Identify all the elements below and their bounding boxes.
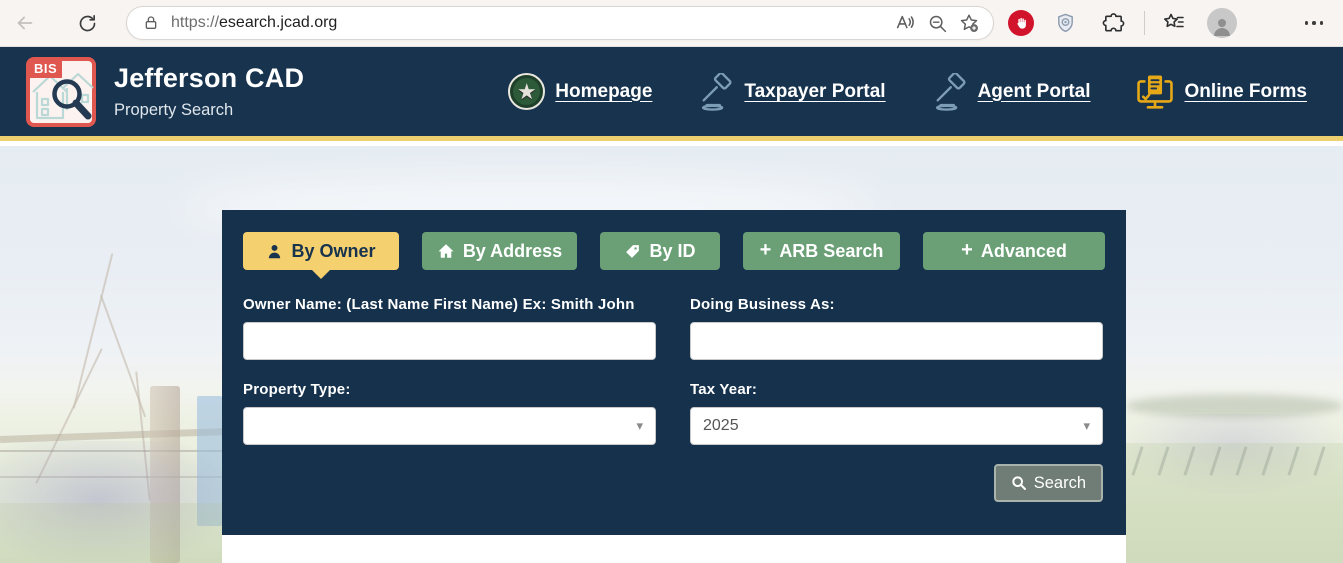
content-area-below-panel <box>222 535 1126 563</box>
back-arrow-icon <box>14 12 36 34</box>
puzzle-piece-icon <box>1102 12 1125 35</box>
toolbar-divider <box>1144 11 1145 35</box>
search-button[interactable]: Search <box>994 464 1103 502</box>
chevron-down-icon: ▾ <box>1083 418 1090 434</box>
owner-name-input[interactable] <box>243 322 656 360</box>
site-subtitle: Property Search <box>114 101 304 120</box>
tab-label: ARB Search <box>779 241 883 262</box>
owner-name-field-group: Owner Name: (Last Name First Name) Ex: S… <box>243 296 656 360</box>
tab-by-address[interactable]: By Address <box>422 232 577 270</box>
nav-taxpayer-portal[interactable]: Taxpayer Portal <box>696 73 885 111</box>
nav-agent-portal-label: Agent Portal <box>978 81 1091 103</box>
site-title: Jefferson CAD <box>114 63 304 94</box>
plus-icon: + <box>961 239 973 262</box>
tab-label: By ID <box>649 241 695 262</box>
tax-year-select[interactable]: 2025 ▾ <box>690 407 1103 445</box>
online-forms-monitor-icon <box>1135 72 1175 112</box>
property-search-panel: By Owner By Address By ID + ARB Search +… <box>222 210 1126 535</box>
dba-field-group: Doing Business As: <box>690 296 1103 360</box>
tab-advanced[interactable]: + Advanced <box>923 232 1105 270</box>
zoom-out-button[interactable] <box>921 8 953 38</box>
url-scheme: https:// <box>171 14 219 31</box>
lock-icon <box>143 15 159 31</box>
back-button[interactable] <box>8 6 42 40</box>
logo-text: BIS <box>29 60 62 78</box>
url-text: https://esearch.jcad.org <box>171 14 337 32</box>
site-header: BIS Jefferson CAD Property Search ★ Home… <box>0 47 1343 141</box>
zoom-out-icon <box>927 13 948 34</box>
chevron-down-icon: ▾ <box>636 418 643 434</box>
dba-input[interactable] <box>690 322 1103 360</box>
favorites-button[interactable] <box>1157 6 1191 40</box>
adblock-extension-button[interactable] <box>1008 10 1034 36</box>
address-bar[interactable]: https://esearch.jcad.org <box>126 6 994 40</box>
extensions-button[interactable] <box>1096 6 1130 40</box>
tab-label: Advanced <box>981 241 1067 262</box>
browser-toolbar: https://esearch.jcad.org <box>0 0 1343 47</box>
tab-label: By Owner <box>291 241 375 262</box>
url-host: esearch.jcad.org <box>219 14 337 31</box>
nav-agent-portal[interactable]: Agent Portal <box>930 73 1091 111</box>
bis-logo[interactable]: BIS <box>26 57 96 127</box>
gavel-icon <box>696 73 734 111</box>
tax-year-field-group: Tax Year: 2025 ▾ <box>690 381 1103 445</box>
tag-icon <box>624 243 641 260</box>
nav-homepage[interactable]: ★ Homepage <box>508 73 652 110</box>
plus-icon: + <box>760 239 772 262</box>
search-button-label: Search <box>1034 474 1086 493</box>
settings-menu-button[interactable] <box>1297 13 1332 33</box>
read-aloud-button[interactable] <box>889 8 921 38</box>
refresh-button[interactable] <box>70 6 104 40</box>
tax-year-value: 2025 <box>703 417 739 435</box>
owner-name-label: Owner Name: (Last Name First Name) Ex: S… <box>243 296 656 313</box>
search-form: Owner Name: (Last Name First Name) Ex: S… <box>222 270 1126 502</box>
property-type-select[interactable]: ▾ <box>243 407 656 445</box>
nav-online-forms[interactable]: Online Forms <box>1135 72 1307 112</box>
property-type-label: Property Type: <box>243 381 656 398</box>
add-favorite-button[interactable] <box>953 8 985 38</box>
shield-icon <box>1054 12 1077 35</box>
search-tabs: By Owner By Address By ID + ARB Search +… <box>222 210 1126 270</box>
dba-label: Doing Business As: <box>690 296 1103 313</box>
nav-homepage-label: Homepage <box>555 81 652 103</box>
privacy-shield-extension-button[interactable] <box>1048 6 1082 40</box>
main-nav: ★ Homepage Taxpayer Portal Agent Portal … <box>508 72 1307 112</box>
person-icon <box>266 243 283 260</box>
tab-label: By Address <box>463 241 562 262</box>
home-icon <box>437 242 455 260</box>
search-icon <box>1011 475 1027 491</box>
tab-by-id[interactable]: By ID <box>600 232 720 270</box>
favorites-star-list-icon <box>1162 11 1186 35</box>
gavel-icon <box>930 73 968 111</box>
refresh-icon <box>77 13 98 34</box>
person-icon <box>1210 14 1234 38</box>
star-add-icon <box>958 12 980 34</box>
texas-star-seal-icon: ★ <box>508 73 545 110</box>
profile-avatar[interactable] <box>1207 8 1237 38</box>
nav-online-forms-label: Online Forms <box>1185 81 1307 103</box>
nav-taxpayer-portal-label: Taxpayer Portal <box>744 81 885 103</box>
tab-arb-search[interactable]: + ARB Search <box>743 232 900 270</box>
tax-year-label: Tax Year: <box>690 381 1103 398</box>
hand-icon <box>1014 16 1029 31</box>
property-type-field-group: Property Type: ▾ <box>243 381 656 445</box>
tab-by-owner[interactable]: By Owner <box>243 232 399 270</box>
read-aloud-icon <box>894 12 916 34</box>
